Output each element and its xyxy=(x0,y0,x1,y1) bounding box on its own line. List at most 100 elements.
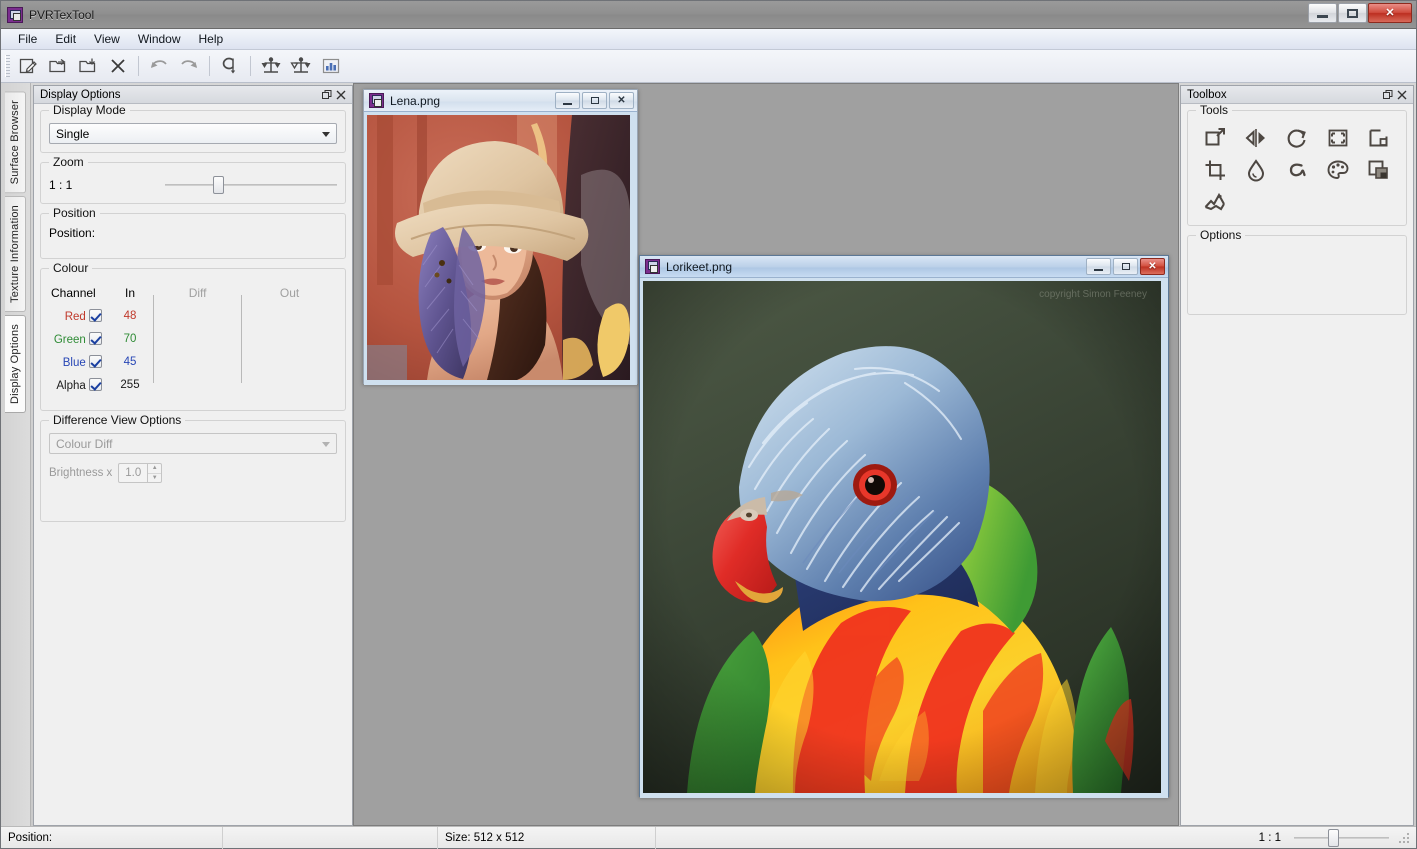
sidebar-tab-surface-browser[interactable]: Surface Browser xyxy=(5,91,26,194)
window-minimize-button[interactable] xyxy=(1308,3,1337,23)
compare-import-icon[interactable] xyxy=(256,52,286,80)
window-close-button[interactable]: ✕ xyxy=(1368,3,1412,23)
table-row: Green 70 xyxy=(49,327,337,350)
mdi-window-lorikeet-titlebar[interactable]: Lorikeet.png ✕ xyxy=(640,256,1168,278)
statistics-icon[interactable] xyxy=(316,52,346,80)
mdi-lorikeet-close-button[interactable]: ✕ xyxy=(1140,258,1165,275)
status-zoom-handle[interactable] xyxy=(1328,828,1340,847)
resize-grip-icon[interactable] xyxy=(1399,830,1413,845)
main-toolbar xyxy=(1,50,1416,83)
tools-grid xyxy=(1196,123,1398,217)
mdi-window-lorikeet-controls: ✕ xyxy=(1086,258,1165,275)
texture-document-icon xyxy=(369,93,384,108)
colour-table-header-row: Channel In Diff Out xyxy=(49,281,337,383)
menu-edit[interactable]: Edit xyxy=(46,29,85,49)
bleed-icon[interactable] xyxy=(1318,123,1357,153)
channel-diff-blue xyxy=(154,350,241,373)
window-maximize-button[interactable] xyxy=(1338,3,1367,23)
difference-mode-select[interactable]: Colour Diff xyxy=(49,433,337,454)
new-texture-icon[interactable] xyxy=(13,52,43,80)
brightness-increment[interactable]: ▲ xyxy=(148,464,162,474)
channel-checkbox-alpha[interactable] xyxy=(89,377,102,391)
open-texture-icon[interactable] xyxy=(43,52,73,80)
brightness-stepper[interactable]: 1.0 ▲ ▼ xyxy=(118,463,163,483)
zoom-legend: Zoom xyxy=(49,155,88,169)
colour-group: Colour Channel In Diff Out Red 48 Green … xyxy=(40,261,346,411)
palette-icon[interactable] xyxy=(1318,155,1357,185)
statusbar: Position: Size: 512 x 512 1 : 1 xyxy=(1,826,1416,849)
mdi-window-lena[interactable]: Lena.png ✕ xyxy=(363,89,638,385)
display-mode-select[interactable]: Single xyxy=(49,123,337,144)
resize-icon[interactable] xyxy=(1196,123,1235,153)
menu-help[interactable]: Help xyxy=(190,29,233,49)
colour-legend: Colour xyxy=(49,261,93,275)
menu-window[interactable]: Window xyxy=(129,29,190,49)
channel-checkbox-red[interactable] xyxy=(89,308,102,322)
mdi-lena-minimize-button[interactable] xyxy=(555,92,580,109)
brightness-decrement[interactable]: ▼ xyxy=(148,474,161,483)
compare-export-icon[interactable] xyxy=(286,52,316,80)
channel-diff-red xyxy=(154,304,241,327)
mdi-lorikeet-minimize-button[interactable] xyxy=(1086,258,1111,275)
flip-icon[interactable] xyxy=(1237,123,1276,153)
mipmap-icon[interactable] xyxy=(1359,123,1398,153)
blur-icon[interactable] xyxy=(1237,155,1276,185)
status-zoom-slider[interactable] xyxy=(1294,828,1389,847)
mdi-window-lena-controls: ✕ xyxy=(555,92,634,109)
channel-checkbox-green[interactable] xyxy=(89,331,102,345)
options-group: Options xyxy=(1187,228,1407,315)
brightness-stepper-buttons[interactable]: ▲ ▼ xyxy=(147,464,162,483)
undo-icon[interactable] xyxy=(144,52,174,80)
channel-in-alpha: 255 xyxy=(120,378,140,391)
encode-texture-icon[interactable] xyxy=(215,52,245,80)
mdi-window-lena-canvas[interactable] xyxy=(364,112,637,385)
layers-icon[interactable] xyxy=(1359,155,1398,185)
rotate-icon[interactable] xyxy=(1278,123,1317,153)
mdi-lena-maximize-button[interactable] xyxy=(582,92,607,109)
channel-checkbox-blue[interactable] xyxy=(89,354,102,368)
toolbar-separator xyxy=(138,56,139,76)
crop-icon[interactable] xyxy=(1196,155,1235,185)
colour-channel-table: Channel In Diff Out Red 48 Green 70 Blue… xyxy=(49,281,337,396)
side-tab-strip: Surface Browser Texture Information Disp… xyxy=(1,83,31,826)
mdi-window-lorikeet[interactable]: Lorikeet.png ✕ copyright Simon Feeney xyxy=(639,255,1169,798)
float-icon[interactable] xyxy=(1381,88,1395,102)
mdi-window-lena-titlebar[interactable]: Lena.png ✕ xyxy=(364,90,637,112)
window-controls: ✕ xyxy=(1308,3,1412,23)
toolbox-panel-title: Toolbox xyxy=(1187,88,1227,101)
image-watermark: copyright Simon Feeney xyxy=(1039,289,1147,300)
zoom-slider[interactable] xyxy=(165,175,337,195)
window-titlebar: PVRTexTool ✕ xyxy=(1,1,1416,29)
display-mode-legend: Display Mode xyxy=(49,104,130,117)
close-icon[interactable] xyxy=(1395,88,1409,102)
channel-in-blue: 45 xyxy=(123,355,137,368)
toolbar-grip[interactable] xyxy=(5,55,10,77)
application-window: PVRTexTool ✕ File Edit View Window Help xyxy=(0,0,1417,849)
close-texture-icon[interactable] xyxy=(103,52,133,80)
close-icon[interactable] xyxy=(334,88,348,102)
normal-map-icon[interactable] xyxy=(1196,187,1235,217)
menu-file[interactable]: File xyxy=(9,29,46,49)
zoom-slider-handle[interactable] xyxy=(213,176,225,194)
table-row: Alpha 255 xyxy=(49,373,337,396)
mdi-lena-close-button[interactable]: ✕ xyxy=(609,92,634,109)
status-zoom-value: 1 : 1 xyxy=(1258,831,1281,844)
mdi-lorikeet-maximize-button[interactable] xyxy=(1113,258,1138,275)
redo-icon[interactable] xyxy=(174,52,204,80)
float-icon[interactable] xyxy=(320,88,334,102)
channel-out-green xyxy=(242,327,337,350)
zoom-group: Zoom 1 : 1 xyxy=(40,155,346,204)
table-row: Blue 45 xyxy=(49,350,337,373)
brightness-value: 1.0 xyxy=(125,467,142,479)
zoom-value: 1 : 1 xyxy=(49,178,73,192)
sidebar-tab-texture-information[interactable]: Texture Information xyxy=(5,196,26,313)
display-options-panel: Display Options Display Mode Single Zoom… xyxy=(33,85,353,826)
tools-group: Tools xyxy=(1187,104,1407,226)
alpha-icon[interactable] xyxy=(1278,155,1317,185)
save-texture-icon[interactable] xyxy=(73,52,103,80)
menubar: File Edit View Window Help xyxy=(1,29,1416,50)
menu-view[interactable]: View xyxy=(85,29,129,49)
mdi-client-area[interactable]: Lena.png ✕ Lorikeet.png ✕ copyright Simo… xyxy=(353,83,1179,826)
sidebar-tab-display-options[interactable]: Display Options xyxy=(5,315,26,414)
mdi-window-lorikeet-canvas[interactable]: copyright Simon Feeney xyxy=(640,278,1168,798)
